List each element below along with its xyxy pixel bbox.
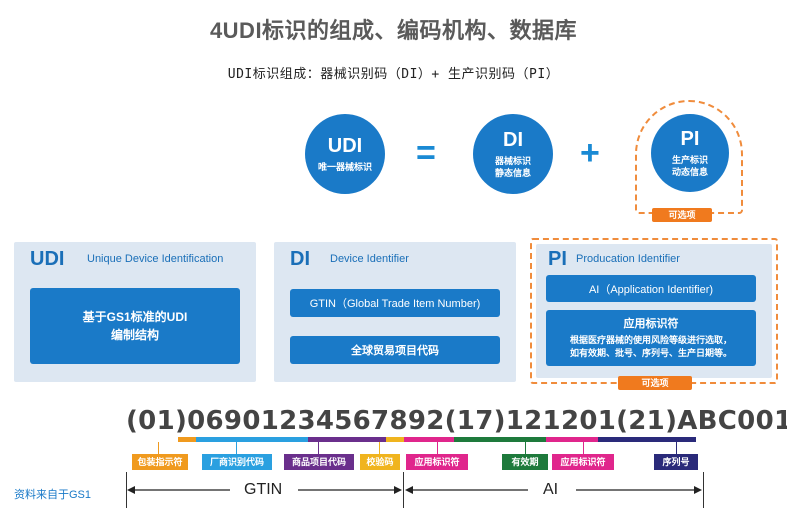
di-panel-subtitle: Device Identifier	[330, 253, 409, 265]
connector-item	[318, 442, 319, 454]
udi-panel-title: UDI	[30, 248, 65, 270]
app-identifier-line2: 如有效期、批号、序列号、生产日期等。	[569, 347, 732, 358]
tag-company-code: 厂商识别代码	[202, 454, 272, 470]
connector-company	[236, 442, 237, 454]
connector-packaging	[158, 442, 159, 454]
source-note: 资料来自于GS1	[14, 489, 92, 501]
di-circle: DI 器械标识 静态信息	[473, 114, 553, 194]
udi-structure-box: 基于GS1标准的UDI 编制结构	[30, 288, 240, 364]
page-subtitle: UDI标识组成：器械识别码（DI）+ 生产识别码（PI）	[227, 67, 560, 82]
di-circle-label: DI	[503, 129, 523, 151]
di-panel-title: DI	[290, 248, 310, 270]
pi-panel-title: PI	[548, 248, 567, 270]
plus-sign: +	[580, 134, 600, 172]
tag-ai-17: 应用标识符	[406, 454, 468, 470]
tag-item-code: 商品项目代码	[284, 454, 354, 470]
optional-badge-top: 可选项	[652, 208, 712, 222]
udi-circle: UDI 唯一器械标识	[305, 114, 385, 194]
segment-bar-company	[196, 437, 308, 442]
udi-panel-subtitle: Unique Device Identification	[87, 253, 224, 265]
udi-circle-desc: 唯一器械标识	[317, 162, 372, 172]
connector-ai17	[437, 442, 438, 454]
global-trade-box-text: 全球贸易项目代码	[351, 345, 439, 357]
udi-structure-line2: 编制结构	[110, 328, 159, 342]
app-identifier-line1: 根据医疗器械的使用风险等级进行选取，	[569, 334, 732, 345]
pi-circle: PI 生产标识 动态信息	[651, 114, 729, 192]
axis-label-ai: AI	[543, 481, 559, 498]
optional-badge-bottom: 可选项	[618, 376, 692, 390]
udi-code-string: (01)06901234567892(17)121201(21)ABC001	[126, 406, 787, 436]
gtin-box-text: GTIN（Global Trade Item Number)	[309, 298, 481, 310]
di-circle-desc-1: 器械标识	[494, 156, 531, 166]
axis-arrows	[127, 486, 702, 494]
app-identifier-box: 应用标识符 根据医疗器械的使用风险等级进行选取， 如有效期、批号、序列号、生产日…	[546, 310, 756, 366]
gtin-box: GTIN（Global Trade Item Number)	[290, 289, 500, 317]
segment-bar-packaging	[178, 437, 196, 442]
udi-structure-line1: 基于GS1标准的UDI	[82, 310, 188, 324]
connector-serial	[676, 442, 677, 454]
di-circle-desc-2: 静态信息	[494, 168, 531, 178]
global-trade-box: 全球贸易项目代码	[290, 336, 500, 364]
tag-serial-number: 序列号	[654, 454, 698, 470]
pi-circle-desc-2: 动态信息	[671, 167, 708, 177]
pi-circle-label: PI	[680, 128, 700, 150]
pi-circle-desc-1: 生产标识	[671, 155, 708, 165]
ai-box-text: AI（Application Identifier)	[588, 283, 714, 296]
pi-panel-subtitle: Producation Identifier	[576, 253, 680, 265]
udi-circle-label: UDI	[327, 135, 363, 157]
segment-bar-ai17	[404, 437, 454, 442]
equals-sign: =	[416, 134, 436, 172]
connector-ai21	[583, 442, 584, 454]
tag-check-digit: 校验码	[360, 454, 400, 470]
segment-bar-ai21	[546, 437, 598, 442]
segment-bar-serial	[598, 437, 696, 442]
connector-check	[379, 442, 380, 454]
page-title: 4UDI标识的组成、编码机构、数据库	[209, 18, 578, 43]
ai-box: AI（Application Identifier)	[546, 275, 756, 302]
segment-bar-item	[308, 437, 386, 442]
tag-ai-21: 应用标识符	[552, 454, 614, 470]
segment-bar-check	[386, 437, 404, 442]
tag-expiry: 有效期	[502, 454, 548, 470]
axis-label-gtin: GTIN	[244, 481, 283, 498]
tag-packaging-indicator: 包装指示符	[132, 454, 188, 470]
segment-bar-date	[454, 437, 546, 442]
connector-date	[525, 442, 526, 454]
app-identifier-title: 应用标识符	[623, 317, 679, 330]
